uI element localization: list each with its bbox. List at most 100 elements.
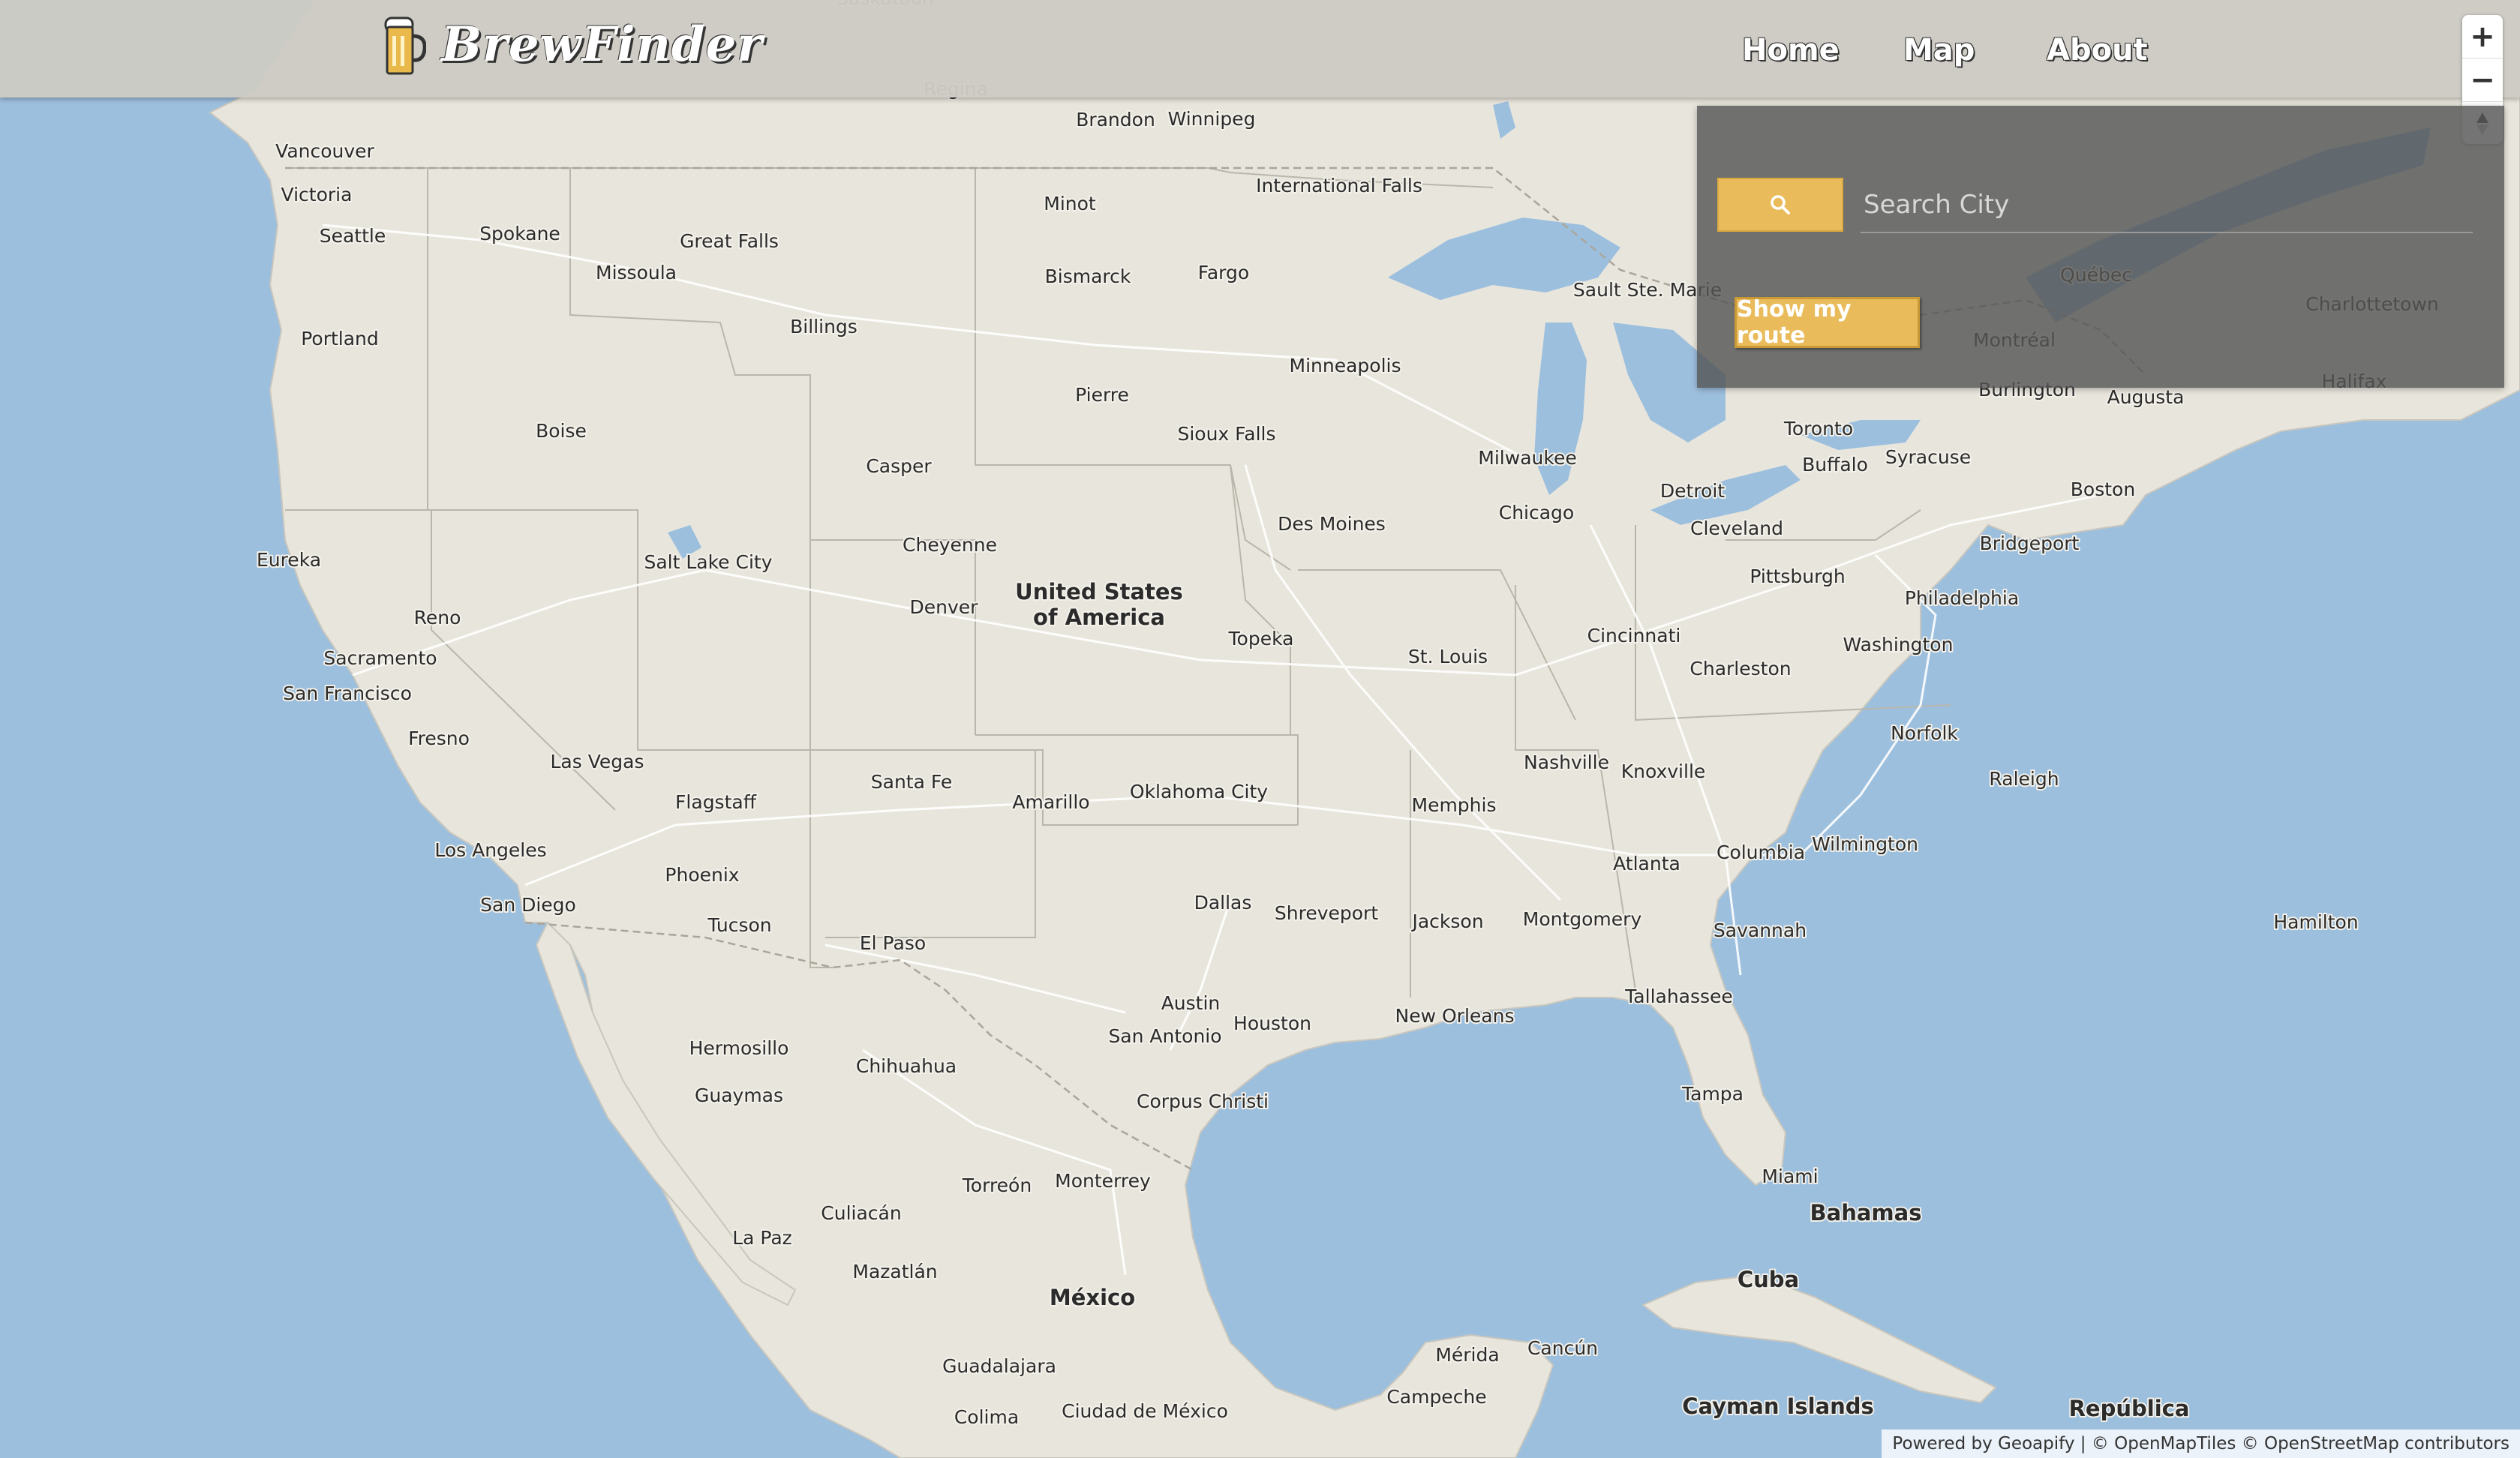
map-label-los-angeles: Los Angeles <box>434 839 546 861</box>
map-label-nashville: Nashville <box>1524 752 1609 773</box>
map-label-guadalajara: Guadalajara <box>942 1355 1056 1377</box>
top-navbar: BrewFinder Home Map About <box>0 0 2520 98</box>
map-label-montgomery: Montgomery <box>1523 908 1642 930</box>
map-label-fresno: Fresno <box>408 728 470 749</box>
search-icon <box>1771 195 1790 214</box>
map-label-amarillo: Amarillo <box>1012 791 1089 813</box>
map-label-reno: Reno <box>414 607 461 628</box>
map-label-colima: Colima <box>954 1406 1019 1428</box>
map-label-augusta: Augusta <box>2107 386 2185 408</box>
map-label-campeche: Campeche <box>1386 1386 1486 1408</box>
map-label-cuba: Cuba <box>1738 1267 1799 1292</box>
map-attribution[interactable]: Powered by Geoapify | © OpenMapTiles © O… <box>1882 1430 2520 1458</box>
map-label-milwaukee: Milwaukee <box>1478 447 1576 469</box>
map-label-mazatl-n: Mazatlán <box>852 1261 937 1282</box>
map-label-miami: Miami <box>1762 1166 1818 1187</box>
map-label-wilmington: Wilmington <box>1812 833 1918 855</box>
map-label-bridgeport: Bridgeport <box>1980 532 2080 554</box>
map-label-seattle: Seattle <box>320 225 386 247</box>
brand[interactable]: BrewFinder <box>384 14 763 75</box>
map-label-vancouver: Vancouver <box>275 140 374 162</box>
map-label-norfolk: Norfolk <box>1891 722 1958 744</box>
map-label-toronto: Toronto <box>1783 418 1853 440</box>
map-label-hermosillo: Hermosillo <box>689 1037 789 1059</box>
map-label-spokane: Spokane <box>479 223 560 244</box>
map-label-memphis: Memphis <box>1412 794 1497 816</box>
map-label-salt-lake-city: Salt Lake City <box>644 551 772 573</box>
map-label-portland: Portland <box>301 328 379 350</box>
map-label-dallas: Dallas <box>1194 892 1252 914</box>
search-city-input[interactable] <box>1861 178 2473 233</box>
map-label-canc-n: Cancún <box>1527 1337 1598 1359</box>
map-label-phoenix: Phoenix <box>665 864 739 886</box>
map-label-winnipeg: Winnipeg <box>1168 108 1256 130</box>
map-label-sioux-falls: Sioux Falls <box>1177 423 1275 445</box>
map-label-st-louis: St. Louis <box>1408 646 1488 668</box>
app-title: BrewFinder <box>441 16 764 73</box>
map-label-minot: Minot <box>1044 193 1096 214</box>
map-label-bismarck: Bismarck <box>1045 266 1131 287</box>
search-panel: Show my route <box>1697 106 2504 388</box>
map-label-philadelphia: Philadelphia <box>1905 587 2019 609</box>
map-label-tampa: Tampa <box>1681 1083 1744 1105</box>
map-label-missoula: Missoula <box>596 262 677 284</box>
map-label-bahamas: Bahamas <box>1810 1200 1922 1226</box>
map-label-minneapolis: Minneapolis <box>1290 355 1401 376</box>
map-label-chicago: Chicago <box>1499 502 1574 524</box>
map-label-oklahoma-city: Oklahoma City <box>1130 781 1268 802</box>
map-label-m-xico: México <box>1050 1285 1135 1310</box>
map-label-santa-fe: Santa Fe <box>871 771 953 793</box>
map-label-billings: Billings <box>790 316 858 338</box>
map-label-casper: Casper <box>866 455 932 477</box>
map-label-torre-n: Torreón <box>962 1174 1032 1196</box>
map-label-houston: Houston <box>1233 1012 1311 1034</box>
map-label-columbia: Columbia <box>1717 842 1805 863</box>
map-label-hamilton: Hamilton <box>2273 911 2358 933</box>
map-label-pierre: Pierre <box>1075 384 1129 406</box>
nav-about[interactable]: About <box>2047 33 2148 68</box>
zoom-in-button[interactable]: + <box>2462 15 2503 58</box>
map-label-atlanta: Atlanta <box>1613 853 1681 874</box>
map-label-boston: Boston <box>2071 478 2135 500</box>
map-label-austin: Austin <box>1161 992 1221 1014</box>
map-label-denver: Denver <box>910 596 979 618</box>
map-label-ciudad-de-m-xico: Ciudad de México <box>1062 1400 1228 1422</box>
map-label-knoxville: Knoxville <box>1621 760 1706 782</box>
map-label-san-francisco: San Francisco <box>283 682 412 704</box>
map-label-charleston: Charleston <box>1690 658 1791 680</box>
map-label-corpus-christi: Corpus Christi <box>1137 1090 1269 1112</box>
search-button[interactable] <box>1717 178 1843 232</box>
map-label-buffalo: Buffalo <box>1802 454 1868 476</box>
map-label-topeka: Topeka <box>1228 628 1294 650</box>
map-label-syracuse: Syracuse <box>1885 446 1971 468</box>
map-label-san-diego: San Diego <box>480 894 576 916</box>
map-label-tallahassee: Tallahassee <box>1624 986 1733 1007</box>
map-label-cleveland: Cleveland <box>1690 518 1783 539</box>
map-label-san-antonio: San Antonio <box>1108 1025 1221 1047</box>
map-label-la-paz: La Paz <box>732 1227 792 1249</box>
map-label-cincinnati: Cincinnati <box>1587 625 1681 646</box>
map-label-brandon: Brandon <box>1076 109 1155 130</box>
map-label-victoria: Victoria <box>281 184 353 206</box>
map-label-m-rida: Mérida <box>1435 1344 1499 1366</box>
map-label-great-falls: Great Falls <box>680 230 779 252</box>
map-label-fargo: Fargo <box>1198 262 1249 284</box>
map-label-sacramento: Sacramento <box>323 647 437 669</box>
show-route-button[interactable]: Show my route <box>1735 296 1920 349</box>
map-label-united-states: United States <box>1015 579 1183 604</box>
map-label-washington: Washington <box>1843 634 1954 656</box>
map-label-jackson: Jackson <box>1410 910 1483 932</box>
map-label-detroit: Detroit <box>1660 480 1725 502</box>
beer-mug-icon <box>384 16 426 75</box>
map-label-international-falls: International Falls <box>1256 175 1422 196</box>
map-label-cheyenne: Cheyenne <box>903 534 997 556</box>
zoom-out-button[interactable]: − <box>2462 58 2503 102</box>
nav-home[interactable]: Home <box>1742 33 1840 68</box>
map-label-raleigh: Raleigh <box>1989 768 2059 790</box>
nav-map[interactable]: Map <box>1903 33 1975 68</box>
map-label-tucson: Tucson <box>707 914 771 936</box>
map-label-savannah: Savannah <box>1714 920 1807 941</box>
map-label-chihuahua: Chihuahua <box>856 1055 957 1077</box>
map-label-guaymas: Guaymas <box>695 1084 783 1106</box>
map-label-las-vegas: Las Vegas <box>551 751 644 772</box>
